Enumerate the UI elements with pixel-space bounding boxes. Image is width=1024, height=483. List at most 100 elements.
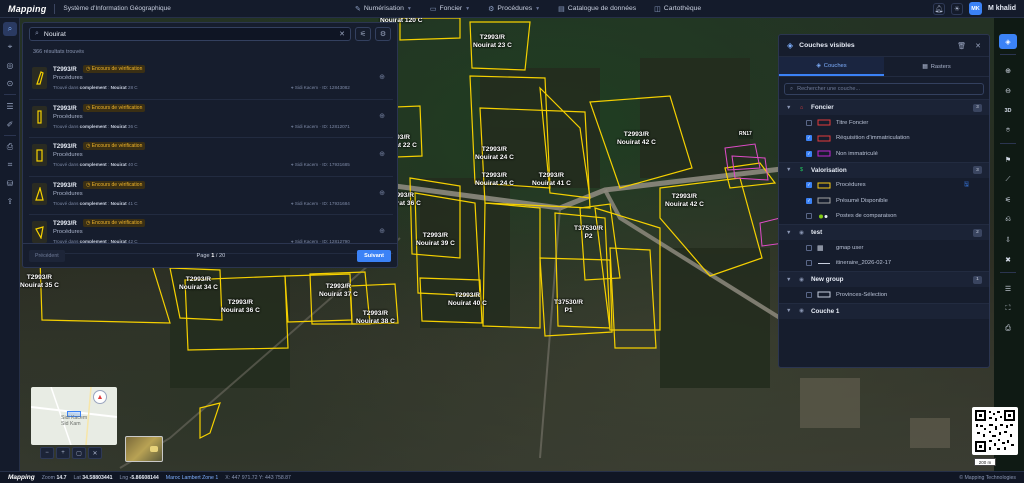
- tab-rasters[interactable]: ▦ Rasters: [884, 57, 989, 76]
- print-icon[interactable]: ⎙: [3, 140, 17, 154]
- add-icon[interactable]: ⊕: [379, 112, 385, 120]
- layers-toggle-button[interactable]: ◈: [999, 34, 1017, 49]
- location-pin-icon[interactable]: ⌖: [3, 40, 17, 54]
- compass-icon[interactable]: ▲: [93, 390, 107, 404]
- parcel-label[interactable]: T2993/R Nouirat 23 C: [473, 34, 512, 49]
- bell-icon[interactable]: 🔔︎: [932, 2, 945, 15]
- bookmark-icon[interactable]: ⚑: [999, 152, 1017, 167]
- layer-checkbox[interactable]: ✓: [806, 182, 812, 189]
- layer-checkbox[interactable]: [806, 244, 812, 251]
- add-icon[interactable]: ⊕: [379, 150, 385, 158]
- layer-checkbox[interactable]: [806, 291, 812, 298]
- layer-search-input[interactable]: ⌕ Rechercher une couche...: [784, 83, 984, 95]
- layer-checkbox[interactable]: ✓: [806, 150, 812, 157]
- compass-icon[interactable]: ⌾: [999, 123, 1017, 138]
- zoom-out-button[interactable]: ⊖: [999, 83, 1017, 98]
- list-item[interactable]: T2993/R ◷ Encours de vérification Procéd…: [29, 100, 393, 138]
- export-icon[interactable]: ⇪: [3, 194, 17, 208]
- list-item[interactable]: T2993/R ◷ Encours de vérification Procéd…: [29, 177, 393, 215]
- parcel-label[interactable]: T37530/R P1: [554, 299, 583, 314]
- pin-icon[interactable]: ⊙: [3, 76, 17, 90]
- split-icon[interactable]: ⎌: [999, 212, 1017, 227]
- settings-button[interactable]: ⚙: [375, 27, 391, 41]
- layer-checkbox[interactable]: [806, 119, 812, 126]
- parcel-label[interactable]: T2993/R Nouirat 42 C: [617, 131, 656, 146]
- group-foncier[interactable]: ▼ ⌂ Foncier 3: [779, 99, 989, 115]
- add-icon[interactable]: ⊕: [379, 227, 385, 235]
- layer-checkbox[interactable]: ✓: [806, 135, 812, 142]
- search-input[interactable]: [43, 30, 335, 38]
- filter-button[interactable]: ⚟: [355, 27, 371, 41]
- list-icon[interactable]: ☰: [999, 281, 1017, 296]
- search-rail-button[interactable]: ⌕: [3, 22, 17, 36]
- fullscreen-icon[interactable]: ⛶: [999, 301, 1017, 316]
- previous-button[interactable]: Précédent: [29, 249, 65, 262]
- layer-checkbox[interactable]: ✓: [806, 197, 812, 204]
- list-icon[interactable]: ☰: [3, 99, 17, 113]
- parcel-label[interactable]: T2993/R Nouirat 24 C: [475, 146, 514, 161]
- save-icon[interactable]: 🖫︎: [964, 180, 969, 190]
- code-icon[interactable]: ⌗: [3, 158, 17, 172]
- add-icon[interactable]: ⊕: [379, 73, 385, 81]
- theme-toggle-icon[interactable]: ☀: [950, 2, 963, 15]
- layer-item[interactable]: ✓ Non immatriculé: [779, 146, 989, 162]
- close-icon[interactable]: ✕: [975, 42, 981, 50]
- filter-icon[interactable]: ⚟: [999, 192, 1017, 207]
- nav-catalogue[interactable]: ▤ Catalogue de données: [558, 5, 636, 13]
- layer-item[interactable]: Titre Foncier: [779, 115, 989, 131]
- target-icon[interactable]: ◎: [3, 58, 17, 72]
- database-icon[interactable]: ⛁: [3, 176, 17, 190]
- minimap-zoom-out-button[interactable]: −: [40, 447, 54, 459]
- clear-icon[interactable]: ✕: [339, 30, 345, 38]
- parcel-label[interactable]: T37530/R P2: [574, 225, 603, 240]
- group-valorisation[interactable]: ▼ $ Valorisation 3: [779, 161, 989, 178]
- layer-item[interactable]: Provinces-Sélection: [779, 287, 989, 303]
- user-name[interactable]: M khalid: [988, 5, 1016, 12]
- delete-icon[interactable]: 🗑︎: [957, 42, 966, 50]
- projection-selector[interactable]: Maroc Lambert Zone 1: [166, 475, 218, 481]
- zoom-in-button[interactable]: ⊕: [999, 63, 1017, 78]
- nav-numerisation[interactable]: ✎ Numérisation ▼: [355, 5, 412, 13]
- parcel-label[interactable]: T2993/R Nouirat 40 C: [448, 292, 487, 307]
- minimap-toggle-button[interactable]: ▢: [72, 447, 86, 459]
- parcel-label[interactable]: T2993/R Nouirat 35 C: [20, 274, 59, 289]
- parcel-label[interactable]: T2993/R Nouirat 38 C: [356, 310, 395, 325]
- layer-item[interactable]: ✓ Réquisition d'immatriculation: [779, 131, 989, 147]
- layer-checkbox[interactable]: [806, 213, 812, 220]
- draw-icon[interactable]: ✐: [3, 117, 17, 131]
- app-logo[interactable]: Mapping: [8, 4, 46, 14]
- layer-item[interactable]: ▦ gmap user: [779, 240, 989, 256]
- tab-couches[interactable]: ◈ Couches: [779, 57, 884, 76]
- export-icon[interactable]: ⇩: [999, 232, 1017, 247]
- layer-item[interactable]: ✓ Présumé Disponible: [779, 193, 989, 209]
- parcel-label[interactable]: T2993/R Nouirat 42 C: [665, 193, 704, 208]
- list-item[interactable]: T2993/R ◷ Encours de vérification Procéd…: [29, 138, 393, 177]
- parcel-label[interactable]: T2993/R Nouirat 34 C: [179, 276, 218, 291]
- measure-icon[interactable]: ⟋: [999, 172, 1017, 187]
- add-icon[interactable]: ⊕: [379, 189, 385, 197]
- layer-item[interactable]: Postes de comparaison: [779, 209, 989, 225]
- parcel-label[interactable]: T2993/R Nouirat 39 C: [416, 232, 455, 247]
- basemap-switcher[interactable]: [125, 436, 163, 462]
- group-test[interactable]: ▼ ◉ test 2: [779, 224, 989, 240]
- next-button[interactable]: Suivant: [357, 249, 391, 262]
- parcel-label[interactable]: T2993/R Nouirat 36 C: [221, 299, 260, 314]
- search-field[interactable]: ⌕ ✕: [29, 27, 351, 41]
- layer-item[interactable]: itineraire_2026-02-17: [779, 256, 989, 272]
- group-new-group[interactable]: ▼ ◉ New group 1: [779, 271, 989, 287]
- group-couche-1[interactable]: ▼ ◉ Couche 1: [779, 302, 989, 319]
- parcel-label[interactable]: T2993/R Nouirat 24 C: [475, 172, 514, 187]
- parcel-label[interactable]: T2993/R Nouirat 37 C: [319, 283, 358, 298]
- parcel-label[interactable]: T2993/R Nouirat 41 C: [532, 172, 571, 187]
- nav-cartotheque[interactable]: ◫ Cartothèque: [654, 5, 701, 13]
- avatar[interactable]: MK: [968, 2, 982, 15]
- layer-item[interactable]: ✓ Procédures 🖫︎: [779, 178, 989, 194]
- layer-checkbox[interactable]: [806, 260, 812, 267]
- minimap-close-button[interactable]: ✕: [88, 447, 102, 459]
- minimap-zoom-in-button[interactable]: +: [56, 447, 70, 459]
- print-icon[interactable]: ⎙: [999, 321, 1017, 336]
- list-item[interactable]: T2993/R ◷ Encours de vérification Procéd…: [29, 61, 393, 100]
- 3d-button[interactable]: 3D: [999, 103, 1017, 118]
- close-x-icon[interactable]: ✖: [999, 252, 1017, 267]
- nav-procedures[interactable]: ⚙ Procédures ▼: [488, 5, 540, 13]
